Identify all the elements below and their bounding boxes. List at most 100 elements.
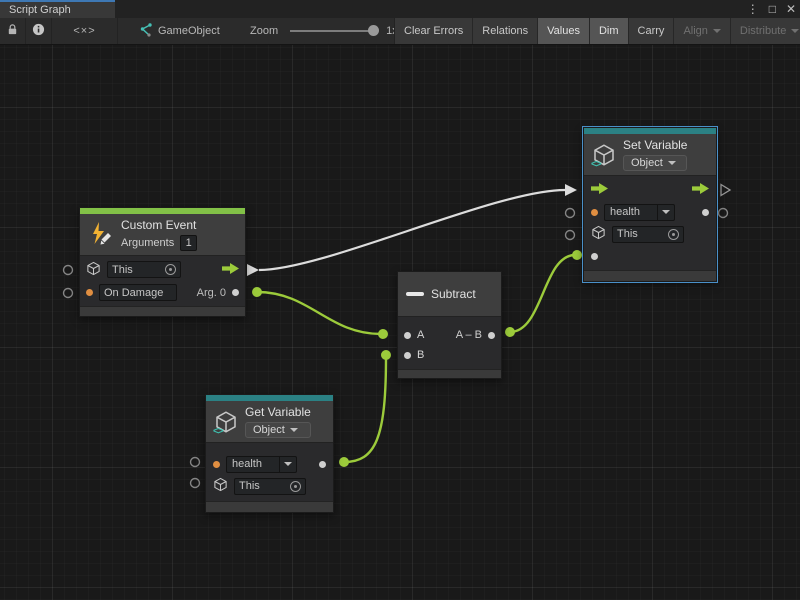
target-object-field[interactable]: This: [107, 261, 181, 278]
values-button[interactable]: Values: [538, 18, 590, 44]
node-footer: [80, 306, 245, 316]
node-title: Get Variable: [245, 405, 311, 419]
unconnected-port[interactable]: [64, 266, 73, 275]
output-port[interactable]: [488, 332, 495, 339]
unconnected-flow-port[interactable]: [721, 185, 730, 196]
value-out-port[interactable]: [319, 461, 326, 468]
unconnected-port[interactable]: [191, 479, 200, 488]
arg-out-label: Arg. 0: [197, 287, 226, 299]
arguments-input[interactable]: 1: [180, 235, 197, 251]
node-subtract[interactable]: Subtract A A – B B: [397, 271, 502, 379]
variable-badge-icon: [213, 426, 223, 437]
info-button[interactable]: [26, 18, 52, 44]
variable-badge-icon: [591, 159, 601, 170]
input-b-port[interactable]: [404, 352, 411, 359]
graph-owner[interactable]: GameObject: [138, 18, 220, 44]
target-object-field[interactable]: This: [612, 226, 684, 243]
node-title: Subtract: [431, 287, 476, 301]
node-title: Set Variable: [623, 138, 687, 152]
event-name-port[interactable]: [86, 289, 93, 296]
target-object-field[interactable]: This: [234, 478, 306, 495]
align-dropdown[interactable]: Align: [674, 18, 730, 44]
edit-graph-button[interactable]: <×>: [52, 18, 118, 44]
unconnected-port[interactable]: [719, 209, 728, 218]
variable-scope-dropdown[interactable]: Object: [245, 422, 311, 438]
graph-icon: [138, 23, 152, 40]
cube-icon: [591, 225, 606, 243]
graph-toolbar: <×> GameObject Zoom 1x Clear Errors Rela…: [0, 18, 800, 45]
variable-name-dropdown[interactable]: health: [604, 204, 675, 221]
cube-icon: [86, 261, 101, 279]
unity-script-graph-window: Script Graph ⋮ □ ✕ <×> GameObject: [0, 0, 800, 600]
wire-endpoint[interactable]: [572, 250, 582, 260]
node-header: Set Variable Object: [584, 134, 716, 176]
wire-endpoint[interactable]: [339, 457, 349, 467]
chevron-down-icon: [290, 428, 298, 432]
node-custom-event[interactable]: Custom Event Arguments 1 This: [79, 207, 246, 317]
clear-errors-button[interactable]: Clear Errors: [395, 18, 473, 44]
wire-endpoint[interactable]: [378, 329, 388, 339]
node-header: Custom Event Arguments 1: [80, 214, 245, 256]
wire-endpoint[interactable]: [381, 350, 391, 360]
value-out-port[interactable]: [702, 209, 709, 216]
window-controls: ⋮ □ ✕: [747, 0, 796, 18]
carry-button[interactable]: Carry: [629, 18, 675, 44]
input-a-port[interactable]: [404, 332, 411, 339]
node-footer: [398, 369, 501, 378]
distribute-dropdown[interactable]: Distribute: [731, 18, 800, 44]
object-picker-icon[interactable]: [165, 264, 176, 275]
relations-button[interactable]: Relations: [473, 18, 538, 44]
output-label: A – B: [456, 329, 482, 341]
event-name-field[interactable]: On Damage: [99, 284, 177, 301]
tab-label: Script Graph: [9, 4, 71, 16]
variable-name-dropdown[interactable]: health: [226, 456, 297, 473]
code-icon: <×>: [73, 25, 95, 37]
node-set-variable[interactable]: Set Variable Object: [583, 127, 717, 282]
variable-name-port[interactable]: [591, 209, 598, 216]
lock-button[interactable]: [0, 18, 26, 44]
window-close-icon[interactable]: ✕: [786, 0, 796, 18]
unconnected-port[interactable]: [191, 458, 200, 467]
chevron-down-icon: [713, 29, 721, 33]
dim-button[interactable]: Dim: [590, 18, 629, 44]
value-wire-get-to-b: [344, 357, 386, 462]
unconnected-port[interactable]: [64, 289, 73, 298]
window-menu-icon[interactable]: ⋮: [747, 0, 759, 18]
object-picker-icon[interactable]: [290, 481, 301, 492]
flow-out-port[interactable]: [222, 263, 239, 277]
zoom-slider-knob[interactable]: [368, 25, 379, 36]
graph-canvas[interactable]: Custom Event Arguments 1 This: [0, 45, 800, 600]
wire-endpoint[interactable]: [252, 287, 262, 297]
zoom-slider[interactable]: [290, 30, 376, 32]
node-header: Subtract: [398, 272, 501, 317]
zoom-control: Zoom 1x: [250, 18, 398, 44]
toolbar-buttons: Clear Errors Relations Values Dim Carry …: [394, 18, 800, 44]
input-b-label: B: [417, 349, 424, 361]
info-icon: [32, 23, 45, 39]
chevron-down-icon: [284, 462, 292, 466]
arg-out-port[interactable]: [232, 289, 239, 296]
variable-scope-dropdown[interactable]: Object: [623, 155, 687, 171]
flow-in-port[interactable]: [591, 183, 608, 197]
subtract-icon: [406, 292, 424, 296]
node-footer: [584, 270, 716, 281]
arguments-label: Arguments: [121, 237, 174, 249]
tab-script-graph[interactable]: Script Graph: [0, 0, 115, 18]
unconnected-port[interactable]: [566, 231, 575, 240]
object-picker-icon[interactable]: [668, 229, 679, 240]
custom-event-icon: [88, 220, 114, 249]
variable-cube-icon: [214, 410, 238, 434]
new-value-in-port[interactable]: [591, 253, 598, 260]
variable-cube-icon: [592, 143, 616, 167]
flow-out-port[interactable]: [692, 183, 709, 197]
value-wire-arg-to-a: [257, 292, 381, 334]
value-wire-sub-to-set: [510, 255, 575, 332]
wire-endpoint[interactable]: [505, 327, 515, 337]
cube-icon: [213, 477, 228, 495]
window-maximize-icon[interactable]: □: [769, 0, 776, 18]
variable-name-port[interactable]: [213, 461, 220, 468]
unconnected-port[interactable]: [566, 209, 575, 218]
node-get-variable[interactable]: Get Variable Object health: [205, 394, 334, 513]
flow-wire-start-arrow: [247, 264, 259, 276]
input-a-label: A: [417, 329, 424, 341]
